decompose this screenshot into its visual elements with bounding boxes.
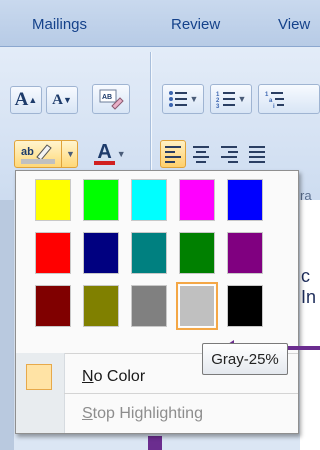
document-margin (0, 200, 14, 450)
color-swatch[interactable] (227, 179, 263, 221)
color-swatch[interactable] (227, 232, 263, 274)
align-left-button[interactable] (160, 140, 186, 168)
grow-font-label: A (14, 89, 29, 110)
svg-text:3: 3 (216, 104, 220, 108)
no-color-label: o Color (93, 368, 146, 385)
caret-up-icon: ▲ (28, 95, 38, 105)
font-color-label: A (94, 142, 115, 165)
color-swatch[interactable] (35, 179, 71, 221)
highlighter-icon: ab (21, 144, 55, 164)
highlight-apply-area[interactable]: ab (15, 141, 62, 167)
color-swatch[interactable] (83, 285, 119, 327)
stop-highlighting-mnemonic: S (82, 405, 93, 422)
color-swatch[interactable] (83, 179, 119, 221)
color-swatch[interactable] (131, 285, 167, 327)
no-color-mnemonic: N (82, 368, 94, 385)
svg-text:i: i (273, 104, 275, 108)
dropdown-arrow-icon[interactable]: ▼ (238, 94, 247, 104)
bullets-icon (168, 91, 187, 107)
document-text: c (301, 266, 310, 286)
dropdown-arrow-icon[interactable]: ▼ (117, 149, 126, 159)
document-text: In (301, 287, 317, 307)
color-swatch[interactable] (35, 285, 71, 327)
no-color-swatch (26, 364, 52, 390)
color-tooltip: Gray-25% (202, 343, 288, 375)
tab-mailings[interactable]: Mailings (32, 16, 87, 33)
color-swatch[interactable] (227, 285, 263, 327)
stop-highlighting-menu-item[interactable]: Stop Highlighting (82, 405, 203, 423)
justify-button[interactable] (244, 140, 270, 168)
dropdown-arrow-icon[interactable]: ▼ (190, 94, 199, 104)
no-color-menu-item[interactable]: No Color (82, 368, 145, 386)
multilevel-list-icon: 1 a i (265, 92, 284, 108)
align-center-button[interactable] (188, 140, 214, 168)
highlight-color-menu: No Color Stop Highlighting (15, 170, 299, 434)
menu-divider (64, 393, 298, 394)
color-swatch[interactable] (179, 232, 215, 274)
grow-font-button[interactable]: A ▲ (10, 86, 42, 114)
font-color-button[interactable]: A ▼ (82, 140, 138, 168)
clear-formatting-icon: AB (99, 89, 124, 110)
highlight-dropdown-arrow-icon[interactable]: ▼ (66, 149, 75, 159)
shrink-font-button[interactable]: A ▼ (46, 86, 78, 114)
text-highlight-button[interactable]: ab ▼ (14, 140, 78, 168)
multilevel-list-button[interactable]: 1 a i (258, 84, 320, 114)
caret-down-icon: ▼ (62, 95, 72, 105)
bullets-button[interactable]: ▼ (162, 84, 204, 114)
tab-view[interactable]: View (278, 16, 310, 33)
document-marker (148, 436, 162, 450)
color-swatch[interactable] (35, 232, 71, 274)
tab-review[interactable]: Review (171, 16, 220, 33)
shrink-font-label: A (52, 91, 63, 108)
stop-highlighting-label: top Highlighting (92, 405, 203, 422)
clear-formatting-button[interactable]: AB (92, 84, 130, 114)
document-page (300, 200, 320, 450)
align-right-button[interactable] (216, 140, 242, 168)
numbering-button[interactable]: 1 2 3 ▼ (210, 84, 252, 114)
color-swatch[interactable] (176, 282, 218, 330)
svg-text:AB: AB (102, 94, 112, 101)
numbering-icon: 1 2 3 (216, 92, 235, 108)
svg-text:ab: ab (21, 146, 34, 158)
color-swatch[interactable] (131, 232, 167, 274)
color-swatch[interactable] (83, 232, 119, 274)
color-swatch[interactable] (131, 179, 167, 221)
ribbon-tab-strip: Mailings Review View (0, 0, 320, 47)
color-swatch[interactable] (179, 179, 215, 221)
